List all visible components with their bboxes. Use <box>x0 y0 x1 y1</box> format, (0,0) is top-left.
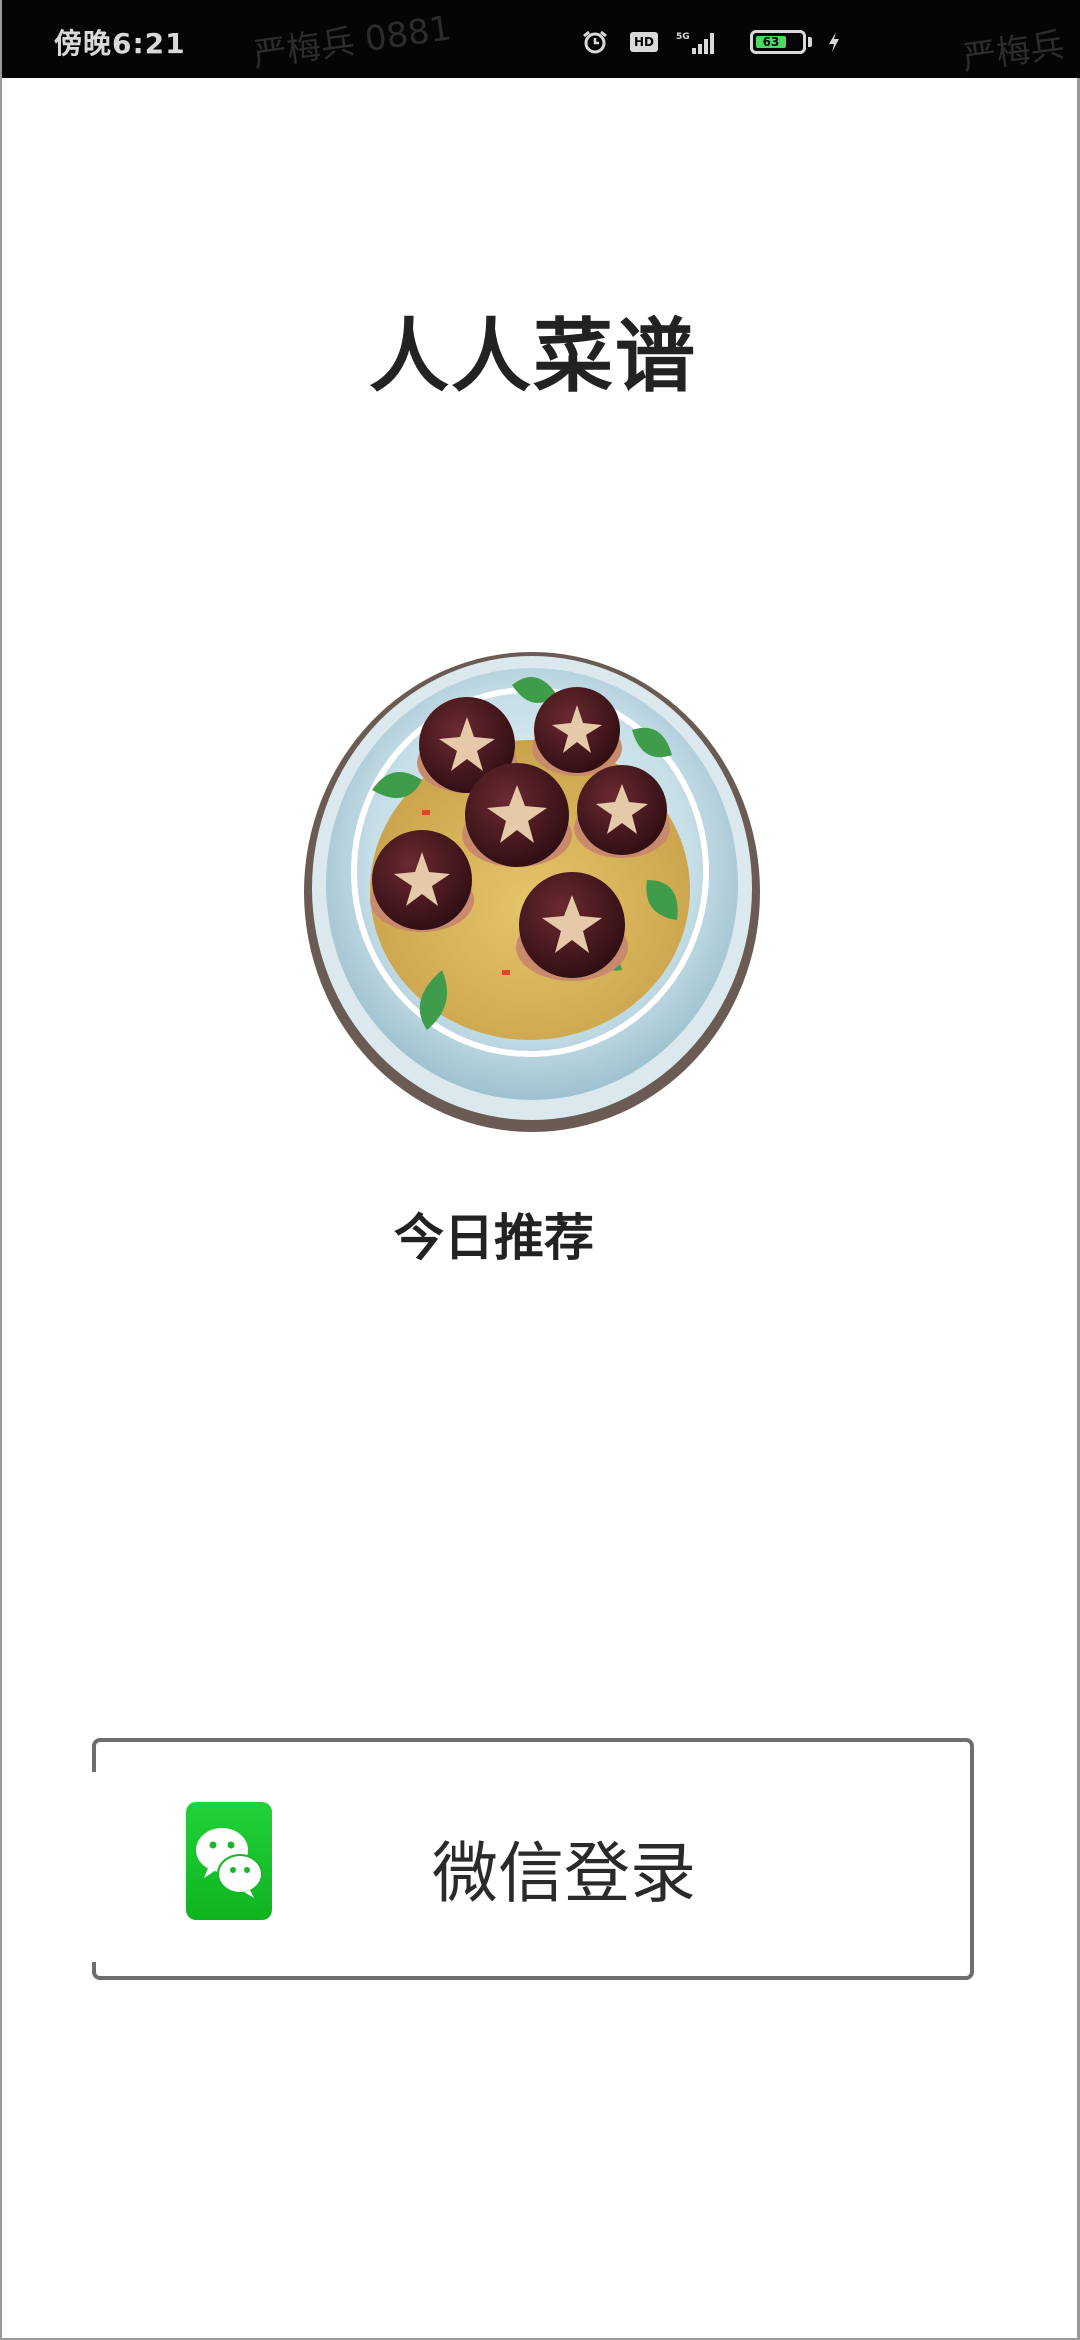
status-watermark: 严梅兵 0881 <box>250 8 454 76</box>
dish-image <box>304 652 760 1132</box>
signal-5g-icon: 5G <box>676 32 714 54</box>
status-bar: 傍晚6:21 严梅兵 0881 严梅兵 HD 5G 63 <box>2 0 1080 79</box>
button-border-gap <box>90 1772 100 1962</box>
alarm-icon <box>583 30 607 54</box>
svg-text:5G: 5G <box>676 32 690 42</box>
wechat-login-button[interactable]: 微信登录 <box>90 1738 974 1980</box>
status-watermark-right: 严梅兵 <box>960 25 1067 79</box>
wechat-icon <box>186 1802 272 1920</box>
battery-level: 63 <box>756 36 786 48</box>
app-screen: 傍晚6:21 严梅兵 0881 严梅兵 HD 5G 63 人人菜谱 今日推荐 微… <box>0 0 1080 2340</box>
hd-icon: HD <box>630 32 658 52</box>
battery-cap <box>808 37 812 47</box>
login-button-label: 微信登录 <box>432 1835 696 1912</box>
charging-icon <box>829 32 839 52</box>
battery-icon: 63 <box>750 30 806 54</box>
page-title: 人人菜谱 <box>369 310 697 403</box>
recommend-label: 今日推荐 <box>394 1209 594 1267</box>
status-time: 傍晚6:21 <box>54 27 186 60</box>
